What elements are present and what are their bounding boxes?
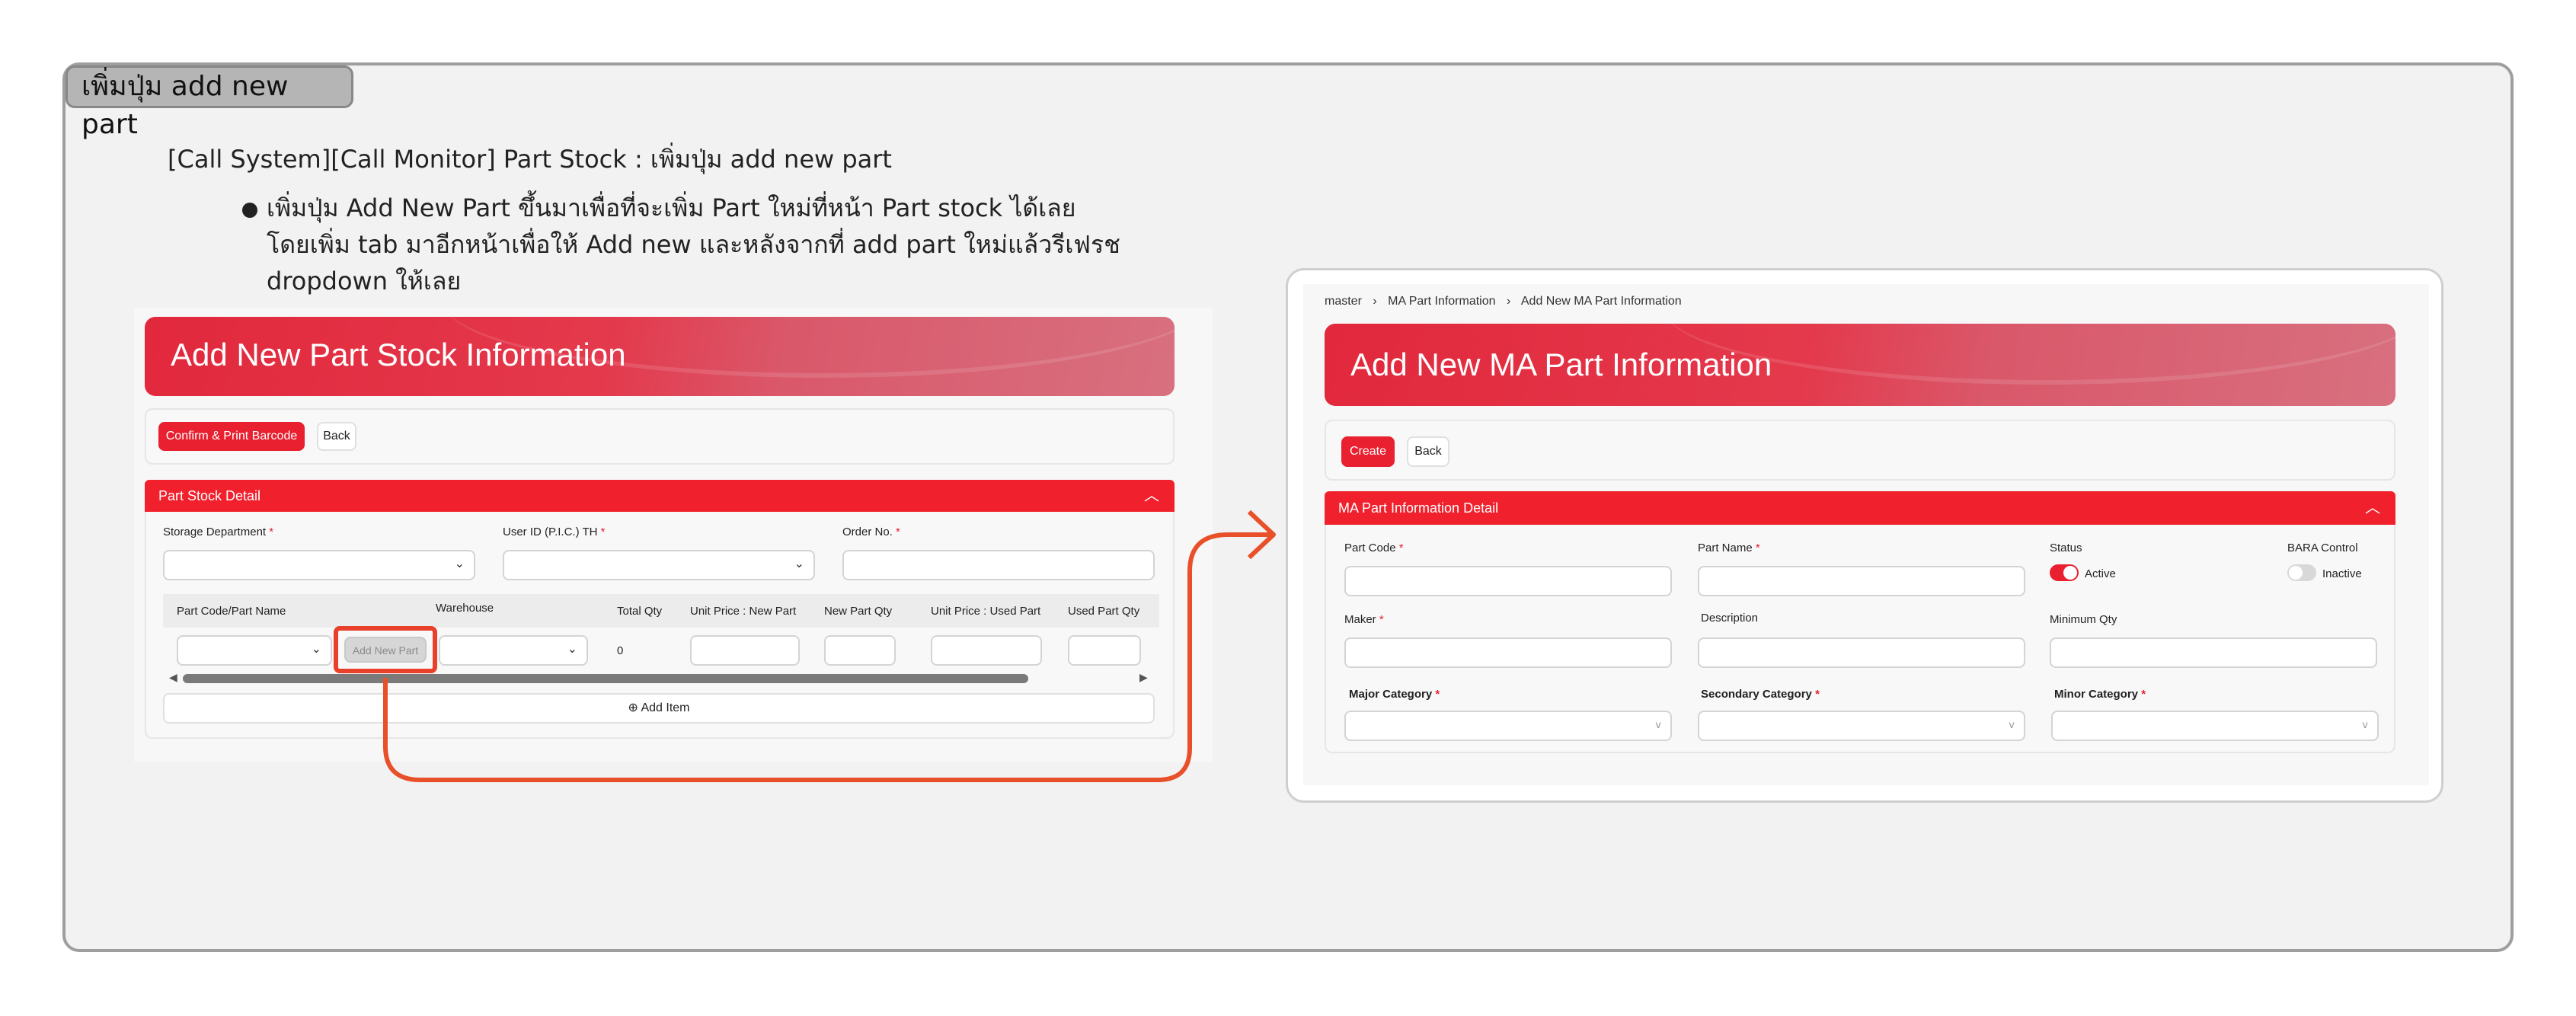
back-button[interactable]: Back: [1407, 436, 1449, 467]
part-code-input[interactable]: [1344, 566, 1672, 596]
ma-part-screenshot: master › MA Part Information › Add New M…: [1286, 268, 2443, 803]
status-value: Active: [2085, 567, 2116, 580]
chevron-down-icon: v: [1655, 720, 1661, 731]
section-header[interactable]: MA Part Information Detail ︿: [1325, 491, 2395, 525]
secondary-category-select[interactable]: v: [1698, 711, 2025, 741]
chevron-up-icon[interactable]: ︿: [2365, 491, 2380, 525]
description-label: Description: [1701, 612, 1759, 625]
breadcrumb-master[interactable]: master: [1325, 295, 1362, 308]
bara-control-toggle[interactable]: [2287, 564, 2316, 581]
chevron-down-icon: v: [2009, 720, 2015, 731]
chevron-down-icon: v: [2362, 720, 2368, 731]
breadcrumb-current: Add New MA Part Information: [1520, 295, 1682, 308]
breadcrumb-ma-part[interactable]: MA Part Information: [1388, 295, 1495, 308]
minimum-qty-label: Minimum Qty: [2050, 613, 2117, 626]
status-toggle[interactable]: [2050, 564, 2079, 581]
minimum-qty-input[interactable]: [2050, 637, 2377, 668]
major-category-select[interactable]: v: [1344, 711, 1672, 741]
chevron-right-icon: ›: [1506, 295, 1511, 308]
major-category-label: Major Category *: [1349, 688, 1440, 701]
section-title: MA Part Information Detail: [1338, 500, 1499, 516]
secondary-category-label: Secondary Category *: [1701, 688, 1820, 701]
description-input[interactable]: [1698, 637, 2025, 668]
action-bar: Create Back: [1325, 420, 2395, 481]
maker-label: Maker *: [1344, 613, 1384, 626]
bara-control-label: BARA Control: [2287, 542, 2358, 554]
chevron-right-icon: ›: [1373, 295, 1377, 308]
breadcrumb: master › MA Part Information › Add New M…: [1325, 295, 1682, 308]
part-name-label: Part Name *: [1698, 542, 1760, 554]
part-code-label: Part Code *: [1344, 542, 1404, 554]
maker-input[interactable]: [1344, 637, 1672, 668]
create-button[interactable]: Create: [1341, 436, 1395, 467]
page-header: Add New MA Part Information: [1325, 324, 2395, 406]
minor-category-label: Minor Category *: [2054, 688, 2146, 701]
part-name-input[interactable]: [1698, 566, 2025, 596]
page-title: Add New MA Part Information: [1350, 347, 1772, 382]
bara-control-value: Inactive: [2322, 567, 2362, 580]
status-label: Status: [2050, 542, 2082, 554]
minor-category-select[interactable]: v: [2051, 711, 2379, 741]
